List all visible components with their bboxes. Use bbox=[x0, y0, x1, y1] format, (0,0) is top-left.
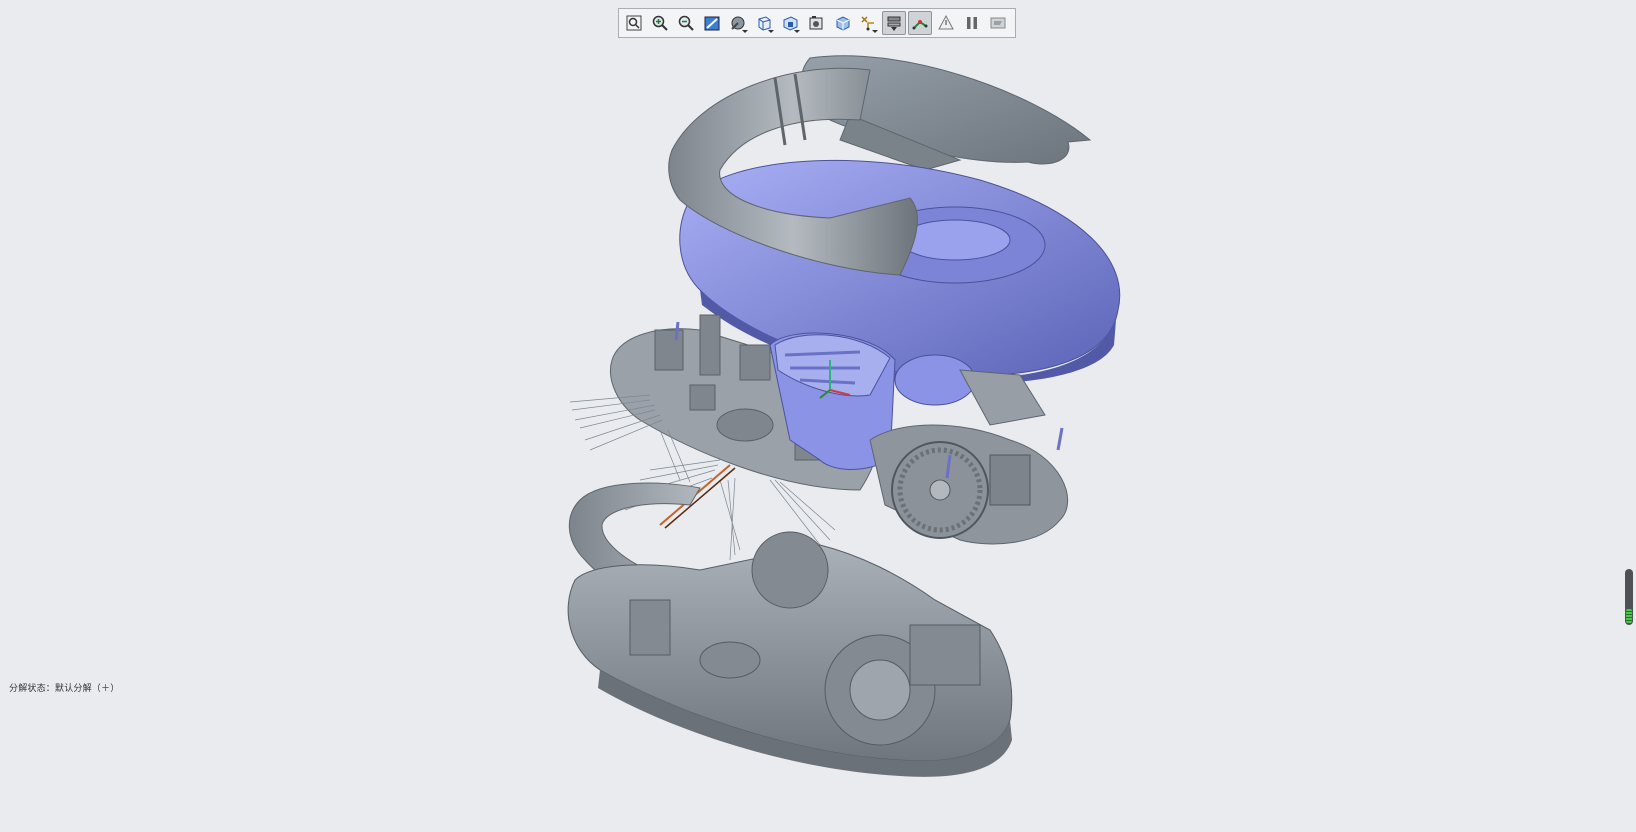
display-style-button[interactable] bbox=[726, 11, 750, 35]
saved-orientations-button[interactable] bbox=[752, 11, 776, 35]
section-button[interactable] bbox=[830, 11, 854, 35]
explode-view-icon bbox=[885, 14, 903, 32]
model-viewport[interactable] bbox=[0, 40, 1636, 832]
perspective-button[interactable] bbox=[804, 11, 828, 35]
edit-position-button[interactable] bbox=[908, 11, 932, 35]
annotations-button[interactable] bbox=[934, 11, 958, 35]
zoom-out-button[interactable] bbox=[674, 11, 698, 35]
camera-icon bbox=[807, 14, 825, 32]
explode-view-button[interactable] bbox=[882, 11, 906, 35]
scroll-level-fill bbox=[1626, 609, 1632, 623]
dropdown-arrow-icon bbox=[872, 30, 878, 33]
zoom-in-icon bbox=[651, 14, 669, 32]
section-cube-icon bbox=[833, 14, 851, 32]
zoom-out-icon bbox=[677, 14, 695, 32]
warning-triangle-icon bbox=[937, 14, 955, 32]
graphics-toolbar bbox=[618, 8, 1016, 38]
dropdown-arrow-icon bbox=[742, 30, 748, 33]
zoom-fit-icon bbox=[625, 14, 643, 32]
close-view-button[interactable] bbox=[986, 11, 1010, 35]
zoom-fit-button[interactable] bbox=[622, 11, 646, 35]
repaint-button[interactable] bbox=[700, 11, 724, 35]
view-manager-button[interactable] bbox=[778, 11, 802, 35]
flag-icon bbox=[989, 14, 1007, 32]
dropdown-arrow-icon bbox=[768, 30, 774, 33]
zoom-in-button[interactable] bbox=[648, 11, 672, 35]
edit-position-icon bbox=[911, 14, 929, 32]
scroll-indicator[interactable] bbox=[1625, 569, 1633, 625]
pause-button[interactable] bbox=[960, 11, 984, 35]
exploded-assembly bbox=[567, 55, 1121, 777]
pause-icon bbox=[963, 14, 981, 32]
dropdown-arrow-icon bbox=[794, 30, 800, 33]
repaint-icon bbox=[703, 14, 721, 32]
explode-state-label: 分解状态：默认分解（＋） bbox=[9, 684, 120, 694]
datum-display-button[interactable] bbox=[856, 11, 880, 35]
